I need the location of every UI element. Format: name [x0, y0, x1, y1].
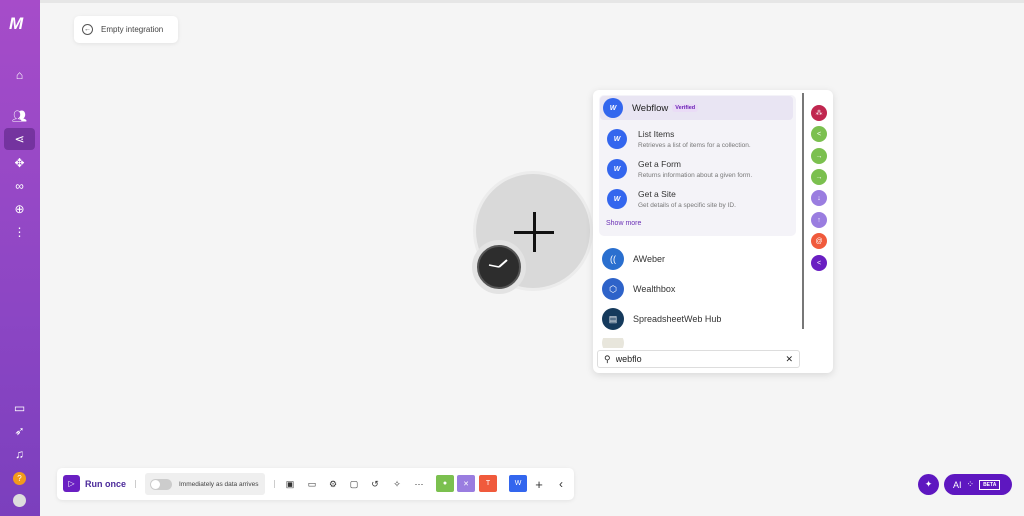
undo-icon[interactable]: ↺	[368, 477, 382, 491]
notes-icon[interactable]: ▢	[347, 477, 361, 491]
sparkle-icon: ⁘	[966, 479, 975, 489]
search-input[interactable]	[615, 354, 781, 364]
apps-puzzle-icon[interactable]: ✥	[4, 152, 35, 174]
collapse-chevron-icon[interactable]: ‹	[554, 477, 568, 491]
export-icon[interactable]: ↑	[811, 212, 827, 228]
avatar[interactable]	[4, 489, 35, 511]
text-parser-icon[interactable]: T	[479, 475, 497, 492]
clock-icon	[477, 245, 521, 289]
app-name: SpreadsheetWeb Hub	[633, 314, 722, 324]
help-icon[interactable]: ?	[4, 467, 35, 489]
schedule-clock-button[interactable]	[472, 240, 526, 294]
ai-label: AI	[953, 479, 962, 490]
verified-badge: Verified	[672, 104, 699, 112]
webflow-icon: W	[603, 98, 623, 118]
iterator-icon[interactable]: →	[811, 148, 827, 164]
webhooks-globe-icon[interactable]: ⊕	[4, 198, 35, 220]
webflow-icon[interactable]: W	[509, 475, 527, 492]
bottom-toolbar: ▷ Run once Immediately as data arrives ▣…	[57, 468, 574, 500]
more-icon[interactable]: ⋮	[4, 221, 35, 243]
bell-icon[interactable]: ♫	[4, 443, 35, 465]
webflow-icon: W	[607, 129, 627, 149]
show-more-link[interactable]: Show more	[606, 220, 641, 227]
auto-align-wand-icon[interactable]: ✧	[390, 477, 404, 491]
webflow-icon: W	[607, 159, 627, 179]
back-button[interactable]: ← Empty integration	[74, 16, 178, 43]
action-desc: Retrieves a list of items for a collecti…	[638, 142, 751, 149]
run-once-button[interactable]: ▷	[63, 475, 80, 492]
clear-icon[interactable]: ✕	[785, 354, 793, 365]
docs-book-icon[interactable]: ▭	[4, 397, 35, 419]
scenarios-icon[interactable]: ⋖	[4, 128, 35, 150]
action-title: List Items	[638, 129, 675, 139]
run-once-label[interactable]: Run once	[85, 479, 126, 489]
import-icon[interactable]: ↓	[811, 190, 827, 206]
team-icon[interactable]: 👥︎	[4, 105, 35, 127]
tools-icon[interactable]: ●	[436, 475, 454, 492]
app-name: Webflow	[632, 102, 669, 114]
scrollbar[interactable]	[802, 93, 804, 329]
action-get-form[interactable]: W Get a Form Returns information about a g…	[607, 159, 752, 179]
make-logo[interactable]: M	[9, 14, 23, 34]
sidebar: M ⌂ 👥︎ ⋖ ✥ ∞ ⊕ ⋮ ▭ ➶ ♫ ?	[0, 0, 40, 516]
lightbulb-button[interactable]: ✦	[918, 474, 939, 495]
arrow-left-icon: ←	[82, 24, 93, 35]
aweber-icon: ((	[602, 248, 624, 270]
schedule-toggle[interactable]: Immediately as data arrives	[145, 473, 265, 495]
action-title: Get a Site	[638, 189, 676, 199]
action-get-site[interactable]: W Get a Site Get details of a specific sit…	[607, 189, 736, 209]
schedule-label: Immediately as data arrives	[179, 480, 259, 488]
plus-icon[interactable]	[514, 212, 554, 252]
beta-badge: BETA	[979, 479, 1001, 490]
webflow-icon: W	[607, 189, 627, 209]
action-desc: Returns information about a given form.	[638, 172, 753, 179]
wealthbox-icon: ⬡	[602, 278, 624, 300]
more-icon[interactable]: ⋯	[412, 477, 426, 491]
spreadsheetweb-icon: ▤	[602, 308, 624, 330]
action-list-items[interactable]: W List Items Retrieves a list of items for…	[607, 129, 751, 149]
http-icon[interactable]: @	[811, 233, 827, 249]
flow-control-icon[interactable]: ⁂	[811, 105, 827, 121]
app-wealthbox[interactable]: ⬡ Wealthbox	[602, 278, 675, 300]
module-search[interactable]: ⚲ ✕	[597, 350, 800, 368]
action-title: Get a Form	[638, 159, 681, 169]
toggle-switch[interactable]	[150, 478, 172, 490]
app-spreadsheetweb-hub[interactable]: ▤ SpreadsheetWeb Hub	[602, 308, 721, 330]
rocket-icon[interactable]: ➶	[4, 420, 35, 442]
scenario-settings-icon[interactable]: ▭	[305, 477, 319, 491]
divider	[135, 480, 136, 488]
aggregator-icon[interactable]: →	[811, 169, 827, 185]
router-icon[interactable]: <	[811, 126, 827, 142]
app-webflow[interactable]: W Webflow Verified	[600, 96, 793, 120]
scenario-name: Empty integration	[101, 25, 164, 34]
app-partial[interactable]	[602, 338, 624, 348]
action-desc: Get details of a specific site by ID.	[638, 202, 736, 209]
home-icon[interactable]: ⌂	[4, 64, 35, 86]
app-icon	[602, 338, 624, 348]
flow-control-icon[interactable]: ✕	[457, 475, 475, 492]
share-icon[interactable]: <	[811, 255, 827, 271]
add-icon[interactable]: +	[532, 477, 546, 492]
top-border	[40, 0, 1024, 3]
gear-icon[interactable]: ⚙	[326, 477, 340, 491]
divider	[274, 480, 275, 488]
app-name: Wealthbox	[633, 284, 676, 294]
ai-button[interactable]: AI ⁘ BETA	[944, 474, 1012, 495]
app-name: AWeber	[633, 254, 666, 264]
search-icon: ⚲	[604, 353, 611, 364]
save-icon[interactable]: ▣	[283, 477, 297, 491]
app-aweber[interactable]: (( AWeber	[602, 248, 665, 270]
connections-link-icon[interactable]: ∞	[4, 175, 35, 197]
